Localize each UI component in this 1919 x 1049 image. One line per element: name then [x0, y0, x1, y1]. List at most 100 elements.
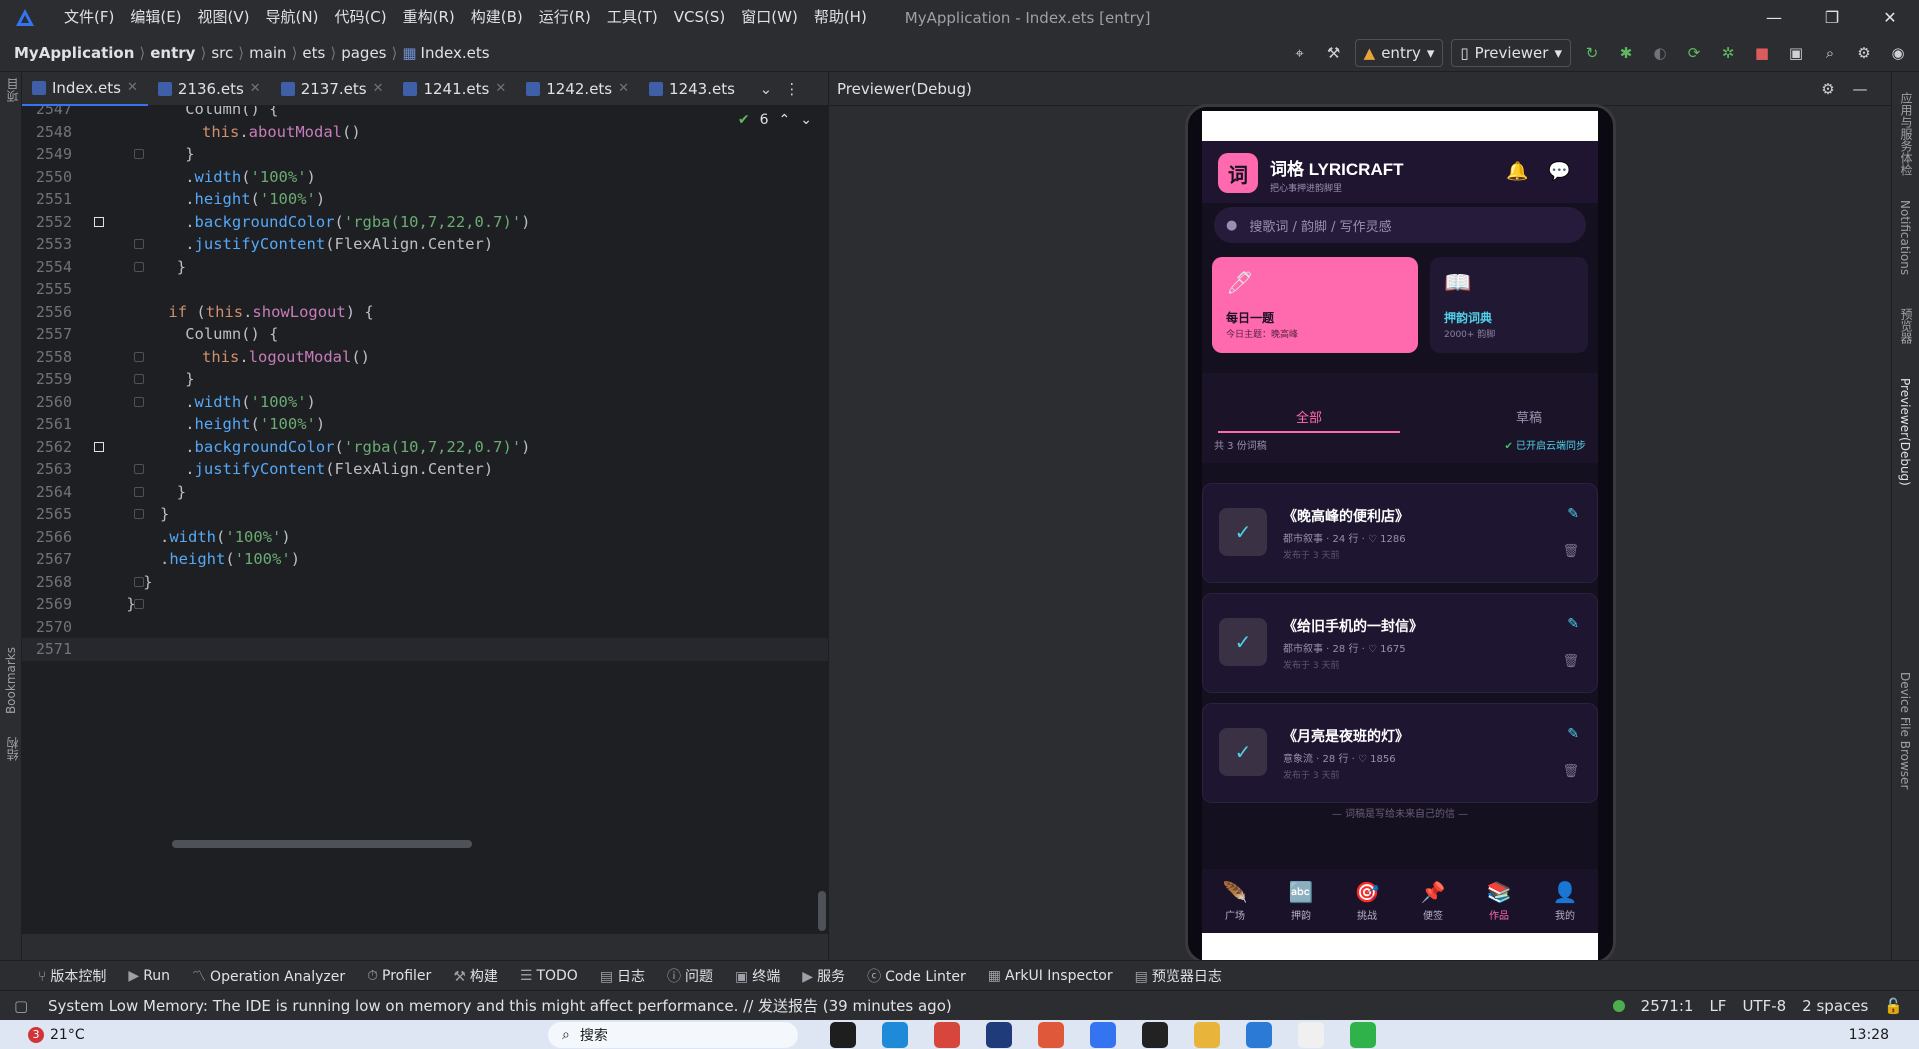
menu-item[interactable]: 窗口(W)	[733, 0, 806, 35]
phone-screen[interactable]: 词 词格 LYRICRAFT 把心事押进韵脚里 🔔 💬 ● 搜歌词 / 韵脚 /…	[1202, 111, 1598, 961]
rerun-icon[interactable]: ⟳	[1681, 40, 1707, 66]
work-card[interactable]: ✓ 《月亮是夜班的灯》 意象流 · 28 行 · ♡ 1856 发布于 3 天前 ✎ 🗑	[1202, 703, 1598, 803]
code-line[interactable]: 2550 .width('100%')	[22, 166, 828, 189]
file-encoding[interactable]: UTF-8	[1742, 997, 1786, 1015]
menu-item[interactable]: 编辑(E)	[122, 0, 189, 35]
indent-setting[interactable]: 2 spaces	[1802, 997, 1868, 1015]
vscode-icon[interactable]	[1246, 1021, 1272, 1048]
code-line[interactable]: 2571	[22, 638, 828, 661]
menu-item[interactable]: 代码(C)	[326, 0, 394, 35]
tool-window-button[interactable]: ▶ Run	[128, 968, 170, 984]
code-line[interactable]: 2569}	[22, 593, 828, 616]
code-line[interactable]: 2558 this.logoutModal()	[22, 346, 828, 369]
code-line[interactable]: 2555	[22, 278, 828, 301]
file-icon[interactable]	[1298, 1021, 1324, 1048]
search-icon[interactable]: ⌕	[1817, 40, 1843, 66]
breadcrumb-module[interactable]: entry	[150, 44, 195, 62]
fold-marker-icon[interactable]	[134, 576, 144, 587]
tool-window-button[interactable]: 〽 Operation Analyzer	[192, 966, 345, 986]
more-options-icon[interactable]: ⋮	[779, 76, 805, 102]
close-tab-icon[interactable]: ✕	[618, 81, 629, 96]
code-line[interactable]: 2567 .height('100%')	[22, 548, 828, 571]
code-line[interactable]: 2562 .backgroundColor('rgba(10,7,22,0.7)'…	[22, 436, 828, 459]
fold-marker-icon[interactable]	[134, 396, 144, 407]
chat-icon[interactable]: 💬	[1548, 161, 1570, 182]
code-line[interactable]: 2547 Column() {	[22, 106, 828, 121]
weather-widget[interactable]: 3 21°C	[28, 1026, 85, 1043]
trash-icon[interactable]: 🗑	[1562, 764, 1579, 779]
color-preview-icon[interactable]	[94, 441, 104, 452]
account-icon[interactable]: ◉	[1885, 40, 1911, 66]
code-line[interactable]: 2565}	[22, 503, 828, 526]
status-message[interactable]: System Low Memory: The IDE is running lo…	[48, 995, 952, 1016]
close-tab-icon[interactable]: ✕	[127, 80, 138, 95]
code-line[interactable]: 2564}	[22, 481, 828, 504]
inspection-widget[interactable]: ✔ 6 ⌃ ⌄	[738, 112, 812, 128]
code-editor[interactable]: 2547 Column() {2548 this.aboutModal() 2549}…	[22, 106, 828, 934]
check-icon[interactable]: ✓	[1219, 508, 1267, 556]
notifications-tool-button[interactable]: Notifications	[1898, 200, 1912, 275]
panel-toggle-icon[interactable]: ▢	[14, 997, 28, 1015]
close-tab-icon[interactable]: ✕	[495, 81, 506, 96]
tool-window-button[interactable]: ▤ 预览器日志	[1135, 966, 1222, 986]
tool-window-button[interactable]: ⓒ Code Linter	[867, 966, 966, 986]
trash-icon[interactable]: 🗑	[1562, 654, 1579, 669]
device-file-browser-tool-button[interactable]: Device File Browser	[1898, 672, 1912, 789]
code-line[interactable]: 2560 .width('100%')	[22, 391, 828, 414]
lock-icon[interactable]: 🔓	[1884, 997, 1903, 1015]
breadcrumb-project[interactable]: MyApplication	[14, 44, 134, 62]
fold-marker-icon[interactable]	[134, 239, 144, 249]
debug-icon[interactable]: ✱	[1613, 40, 1639, 66]
app-services-tool-button[interactable]: 应用与服务体检	[1898, 92, 1915, 176]
target-icon[interactable]: ⌖	[1287, 40, 1313, 66]
menu-item[interactable]: 导航(N)	[258, 0, 327, 35]
check-icon[interactable]: ✓	[1219, 728, 1267, 776]
tab-drafts[interactable]: 草稿	[1516, 407, 1542, 426]
cursor-position[interactable]: 2571:1	[1641, 997, 1694, 1015]
close-tab-icon[interactable]: ✕	[250, 81, 261, 96]
code-line[interactable]: 2570	[22, 616, 828, 639]
chevron-down-icon[interactable]: ⌄	[800, 112, 812, 128]
project-structure-icon[interactable]: ▣	[1783, 40, 1809, 66]
vertical-scrollbar[interactable]	[818, 891, 826, 931]
breadcrumb-pages[interactable]: pages	[341, 44, 386, 62]
code-line[interactable]: 2552 .backgroundColor('rgba(10,7,22,0.7)'…	[22, 211, 828, 234]
tool-window-button[interactable]: ⏱ Profiler	[367, 968, 431, 984]
code-line[interactable]: 2566 .width('100%')	[22, 526, 828, 549]
code-line[interactable]: 2549}	[22, 143, 828, 166]
fold-marker-icon[interactable]	[134, 509, 144, 519]
project-tool-button[interactable]: 项目	[4, 78, 21, 102]
search-input[interactable]: ● 搜歌词 / 韵脚 / 写作灵感	[1214, 207, 1586, 243]
close-button[interactable]: ✕	[1861, 0, 1919, 35]
menu-item[interactable]: 运行(R)	[531, 0, 599, 35]
edit-icon[interactable]: ✎	[1567, 506, 1579, 522]
code-line[interactable]: 2559}	[22, 368, 828, 391]
line-separator[interactable]: LF	[1709, 997, 1726, 1015]
app-icon-11[interactable]	[1350, 1021, 1376, 1048]
taskbar-search[interactable]: ⌕ 搜索	[548, 1022, 798, 1048]
clock[interactable]: 13:28	[1849, 1027, 1889, 1043]
qq-icon[interactable]	[1142, 1021, 1168, 1048]
tool-window-button[interactable]: ☰ TODO	[520, 968, 578, 984]
tab-list-chevron-icon[interactable]: ⌄	[753, 76, 779, 102]
tool-window-button[interactable]: ▦ ArkUI Inspector	[988, 968, 1113, 984]
maximize-button[interactable]: ❐	[1803, 0, 1861, 35]
tab-index[interactable]: Index.ets ✕	[22, 71, 148, 106]
code-line[interactable]: 2557 Column() {	[22, 323, 828, 346]
code-line[interactable]: 2561 .height('100%')	[22, 413, 828, 436]
previewer-debug-tool-button[interactable]: Previewer(Debug)	[1898, 378, 1912, 486]
breadcrumb-main[interactable]: main	[249, 44, 286, 62]
previewer-tool-button[interactable]: 预览器	[1898, 308, 1915, 344]
structure-tool-button[interactable]: 结构	[4, 737, 21, 761]
tab-all[interactable]: 全部	[1296, 407, 1322, 426]
tool-window-button[interactable]: ⚒ 构建	[453, 966, 498, 986]
tab-1242[interactable]: 1242.ets ✕	[516, 72, 639, 106]
breadcrumb-ets[interactable]: ets	[302, 44, 325, 62]
trash-icon[interactable]: 🗑	[1562, 544, 1579, 559]
code-line[interactable]: 2554}	[22, 256, 828, 279]
stop-icon[interactable]: ■	[1749, 40, 1775, 66]
code-line[interactable]: 2568}	[22, 571, 828, 594]
breadcrumb-src[interactable]: src	[211, 44, 233, 62]
menu-item[interactable]: 构建(B)	[463, 0, 531, 35]
menu-item[interactable]: 文件(F)	[56, 0, 122, 35]
